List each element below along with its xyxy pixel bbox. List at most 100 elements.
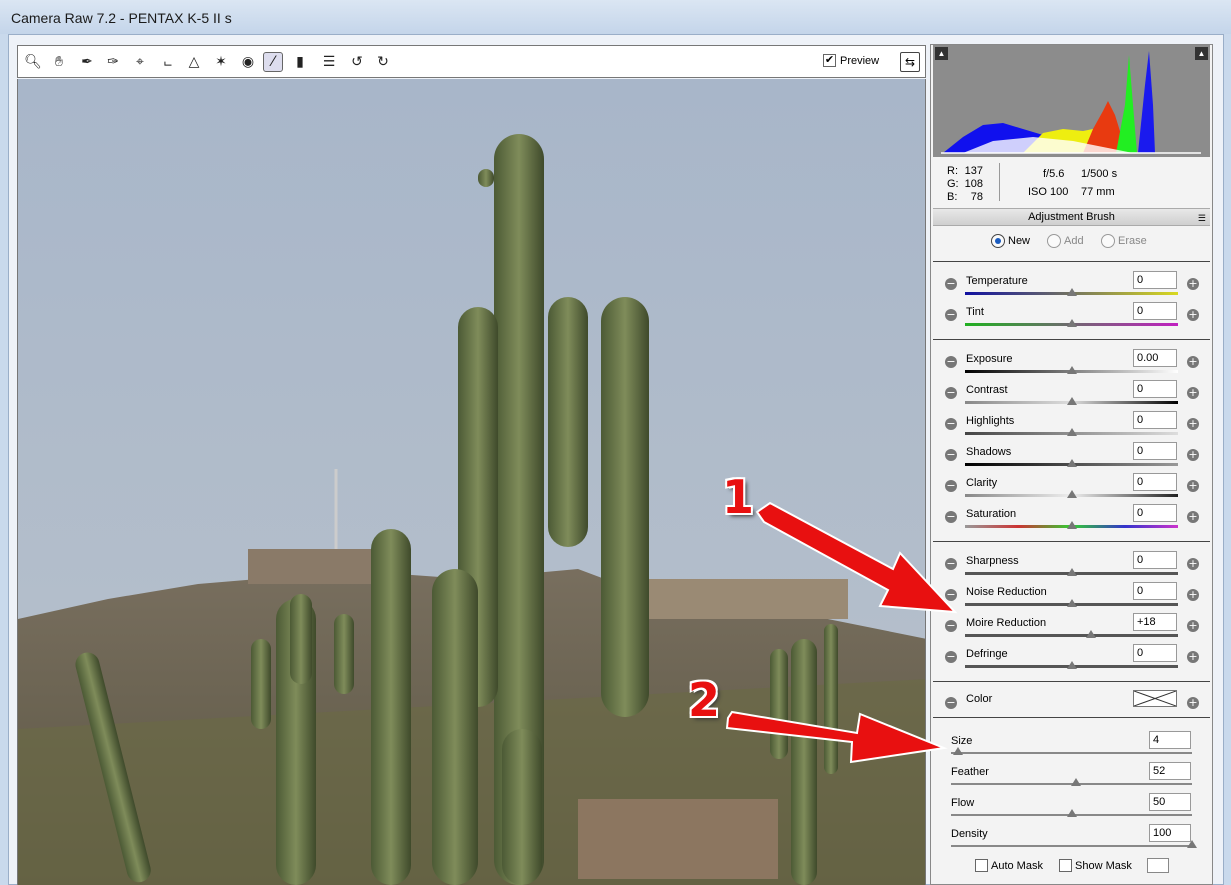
defringe-slider[interactable]: − Defringe 0 +	[931, 644, 1212, 675]
minus-icon[interactable]: −	[945, 697, 957, 709]
mode-erase[interactable]: Erase	[1101, 234, 1147, 248]
tint-slider[interactable]: − Tint 0 +	[931, 302, 1212, 333]
saturation-slider[interactable]: − Saturation 0 +	[931, 504, 1212, 535]
graduated-filter-icon[interactable]: ▮	[290, 52, 310, 72]
minus-icon[interactable]: −	[945, 589, 957, 601]
plus-icon[interactable]: +	[1187, 278, 1199, 290]
radio-new[interactable]	[991, 234, 1005, 248]
adjustment-brush-icon[interactable]: ⁄	[263, 52, 283, 72]
slider-thumb[interactable]	[1066, 661, 1077, 669]
size-value[interactable]: 4	[1149, 731, 1191, 749]
mode-new[interactable]: New	[991, 234, 1030, 248]
noise-reduction-slider[interactable]: − Noise Reduction 0 +	[931, 582, 1212, 613]
color-swatch[interactable]	[1133, 690, 1177, 707]
white-balance-icon[interactable]: ✒	[77, 52, 97, 72]
slider-track[interactable]	[951, 752, 1192, 754]
highlights-slider[interactable]: − Highlights 0 +	[931, 411, 1212, 442]
density-value[interactable]: 100	[1149, 824, 1191, 842]
highlight-clipping-icon[interactable]: ▲	[1195, 47, 1208, 60]
slider-thumb[interactable]	[1066, 288, 1077, 296]
slider-thumb[interactable]	[1187, 840, 1197, 848]
slider-thumb[interactable]	[1066, 809, 1077, 817]
slider-thumb[interactable]	[1066, 397, 1077, 405]
clarity-slider[interactable]: − Clarity 0 +	[931, 473, 1212, 504]
preferences-icon[interactable]: ☰	[319, 52, 339, 72]
auto-mask-toggle[interactable]: Auto Mask	[975, 859, 1043, 872]
plus-icon[interactable]: +	[1187, 387, 1199, 399]
slider-thumb[interactable]	[1085, 630, 1096, 638]
slider-thumb[interactable]	[1066, 459, 1077, 467]
auto-mask-checkbox[interactable]	[975, 859, 988, 872]
plus-icon[interactable]: +	[1187, 511, 1199, 523]
straighten-icon[interactable]: △	[184, 52, 204, 72]
minus-icon[interactable]: −	[945, 309, 957, 321]
saturation-value[interactable]: 0	[1133, 504, 1177, 522]
flow-value[interactable]: 50	[1149, 793, 1191, 811]
feather-value[interactable]: 52	[1149, 762, 1191, 780]
moire-reduction-value[interactable]: +18	[1133, 613, 1177, 631]
mask-color-swatch[interactable]	[1147, 858, 1169, 873]
plus-icon[interactable]: +	[1187, 449, 1199, 461]
rotate-cw-icon[interactable]: ↻	[373, 52, 393, 72]
show-mask-checkbox[interactable]	[1059, 859, 1072, 872]
plus-icon[interactable]: +	[1187, 697, 1199, 709]
minus-icon[interactable]: −	[945, 387, 957, 399]
highlights-value[interactable]: 0	[1133, 411, 1177, 429]
sharpness-slider[interactable]: − Sharpness 0 +	[931, 551, 1212, 582]
contrast-slider[interactable]: − Contrast 0 +	[931, 380, 1212, 411]
minus-icon[interactable]: −	[945, 418, 957, 430]
panel-menu-icon[interactable]: ☰	[1198, 210, 1206, 227]
minus-icon[interactable]: −	[945, 651, 957, 663]
clarity-value[interactable]: 0	[1133, 473, 1177, 491]
minus-icon[interactable]: −	[945, 480, 957, 492]
density-slider[interactable]: Density 100	[931, 824, 1212, 855]
spot-removal-icon[interactable]: ✶	[211, 52, 231, 72]
zoom-icon[interactable]: 🔍︎	[23, 52, 43, 72]
tint-value[interactable]: 0	[1133, 302, 1177, 320]
targeted-adjustment-icon[interactable]: ⌖	[130, 52, 150, 72]
slider-thumb[interactable]	[1066, 366, 1077, 374]
rotate-ccw-icon[interactable]: ↺	[347, 52, 367, 72]
feather-slider[interactable]: Feather 52	[931, 762, 1212, 793]
contrast-value[interactable]: 0	[1133, 380, 1177, 398]
show-mask-toggle[interactable]: Show Mask	[1059, 859, 1132, 872]
slider-thumb[interactable]	[1066, 319, 1077, 327]
hand-icon[interactable]: ✋︎	[49, 52, 69, 72]
slider-thumb[interactable]	[1066, 521, 1077, 529]
plus-icon[interactable]: +	[1187, 558, 1199, 570]
image-preview[interactable]	[17, 79, 926, 885]
plus-icon[interactable]: +	[1187, 651, 1199, 663]
defringe-value[interactable]: 0	[1133, 644, 1177, 662]
radio-erase[interactable]	[1101, 234, 1115, 248]
noise-reduction-value[interactable]: 0	[1133, 582, 1177, 600]
exposure-value[interactable]: 0.00	[1133, 349, 1177, 367]
plus-icon[interactable]: +	[1187, 418, 1199, 430]
plus-icon[interactable]: +	[1187, 620, 1199, 632]
color-sampler-icon[interactable]: ✑	[103, 52, 123, 72]
shadows-slider[interactable]: − Shadows 0 +	[931, 442, 1212, 473]
minus-icon[interactable]: −	[945, 558, 957, 570]
minus-icon[interactable]: −	[945, 356, 957, 368]
flow-slider[interactable]: Flow 50	[931, 793, 1212, 824]
shadow-clipping-icon[interactable]: ▲	[935, 47, 948, 60]
sharpness-value[interactable]: 0	[1133, 551, 1177, 569]
plus-icon[interactable]: +	[1187, 309, 1199, 321]
crop-icon[interactable]: ⨽	[158, 52, 178, 72]
slider-thumb[interactable]	[1066, 568, 1077, 576]
minus-icon[interactable]: −	[945, 511, 957, 523]
slider-thumb[interactable]	[1066, 490, 1077, 498]
plus-icon[interactable]: +	[1187, 356, 1199, 368]
preview-toggle[interactable]: ✔ Preview	[823, 54, 879, 67]
slider-track[interactable]	[951, 845, 1192, 847]
slider-thumb[interactable]	[953, 747, 964, 755]
fullscreen-button[interactable]: ⇆	[900, 52, 920, 72]
mode-add[interactable]: Add	[1047, 234, 1084, 248]
radio-add[interactable]	[1047, 234, 1061, 248]
shadows-value[interactable]: 0	[1133, 442, 1177, 460]
size-slider[interactable]: Size 4	[931, 731, 1212, 762]
preview-checkbox[interactable]: ✔	[823, 54, 836, 67]
minus-icon[interactable]: −	[945, 449, 957, 461]
slider-thumb[interactable]	[1071, 778, 1082, 786]
temperature-slider[interactable]: − Temperature 0 +	[931, 271, 1212, 302]
plus-icon[interactable]: +	[1187, 589, 1199, 601]
